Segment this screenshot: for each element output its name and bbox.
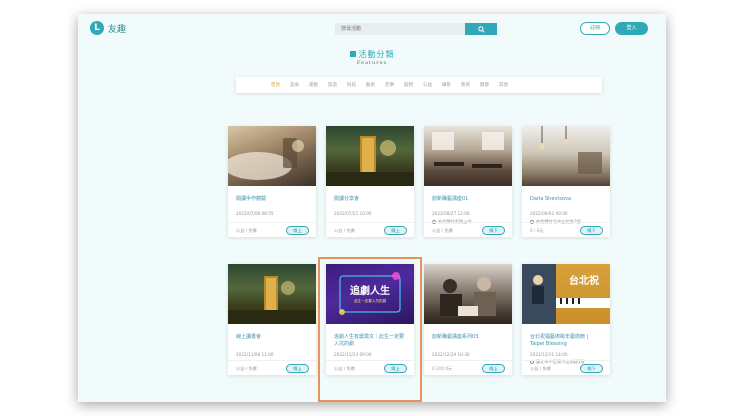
section-heading: 活動分類: [78, 49, 666, 60]
tab-tech[interactable]: 科技: [342, 82, 361, 88]
event-card[interactable]: 創新職藝講座01 2022/08/27 12:00 新竹縣竹東鎮上坪 公益 / …: [424, 126, 512, 237]
site-logo[interactable]: L 友趣: [90, 21, 126, 35]
highlight-frame: [318, 257, 422, 402]
event-price: 0 200 0元: [432, 366, 453, 371]
tab-education[interactable]: 教育: [456, 82, 475, 88]
card-footer: 公益 / 免費 線上: [228, 360, 316, 375]
event-date: 2022/11/08 11:00: [236, 352, 274, 357]
event-image: [326, 126, 414, 186]
category-tabs: 首頁 美食 運動 旅遊 科技 藝術 音樂 寵物 公益 攝影 教育 健康 其他: [236, 77, 602, 93]
tab-other[interactable]: 其他: [494, 82, 513, 88]
tab-pets[interactable]: 寵物: [399, 82, 418, 88]
event-image: [424, 126, 512, 186]
register-button[interactable]: 註冊: [580, 22, 610, 35]
logo-icon: L: [90, 21, 104, 35]
tab-food[interactable]: 美食: [285, 82, 304, 88]
event-date: 2022/12/31 14:00: [530, 352, 568, 357]
event-mode-button[interactable]: 線上: [286, 226, 309, 235]
event-mode-button[interactable]: 線上: [286, 364, 309, 373]
card-footer: 公益 / 免費 線上: [228, 222, 316, 237]
event-title[interactable]: Daria Shevtsova: [530, 196, 604, 203]
card-footer: 公益 / 免費 線下: [522, 360, 610, 375]
event-mode-button[interactable]: 線下: [580, 364, 603, 373]
tab-travel[interactable]: 旅遊: [323, 82, 342, 88]
taipei-poster-title: 台北祝: [569, 274, 599, 287]
event-title[interactable]: 台北祝福藝術跨年藝術節 | Taipei Blessing: [530, 334, 604, 348]
tab-art[interactable]: 藝術: [361, 82, 380, 88]
event-card[interactable]: 台北祝 台北祝福藝術跨年藝術節 | Taipei Blessing 2022/1…: [522, 264, 610, 375]
event-title[interactable]: 創新職藝講座系列03: [432, 334, 506, 341]
event-price: 公益 / 免費: [530, 366, 551, 371]
event-image: 台北祝: [522, 264, 610, 324]
card-footer: 公益 / 免費 線下: [424, 222, 512, 237]
event-date: 2022/07/22 10:00: [334, 211, 372, 216]
card-footer: 0 200 0元 線上: [424, 360, 512, 375]
event-title[interactable]: 閱讀手作體驗: [236, 196, 310, 203]
event-date: 2022/07/08 08:55: [236, 211, 274, 216]
event-price: 公益 / 免費: [236, 366, 257, 371]
event-mode-button[interactable]: 線上: [482, 364, 505, 373]
category-grid-icon: [349, 51, 356, 57]
event-mode-button[interactable]: 線下: [482, 226, 505, 235]
event-price: 公益 / 免費: [334, 228, 355, 233]
section-title-text: 活動分類: [358, 50, 395, 59]
event-date: 2022/09/02 09:00: [530, 211, 568, 216]
event-image: [228, 126, 316, 186]
event-title[interactable]: 線上讀書會: [236, 334, 310, 341]
tab-health[interactable]: 健康: [475, 82, 494, 88]
event-price: 0 / 0元: [530, 228, 544, 233]
event-card[interactable]: 閱讀手作體驗 2022/07/08 08:55 公益 / 免費 線上: [228, 126, 316, 237]
login-button[interactable]: 登入: [615, 22, 648, 35]
search-button[interactable]: [465, 23, 497, 35]
event-mode-button[interactable]: 線上: [384, 226, 407, 235]
event-image: [424, 264, 512, 324]
tab-photography[interactable]: 攝影: [437, 82, 456, 88]
top-navbar: L 友趣 註冊 登入: [78, 14, 666, 44]
event-image: [228, 264, 316, 324]
search-input[interactable]: [335, 23, 465, 35]
browser-page: L 友趣 註冊 登入 活動分類 Features 首頁 美食 運動 旅遊 科技 …: [78, 14, 666, 402]
logo-text: 友趣: [108, 24, 127, 35]
event-date: 2022/12/29 10:30: [432, 352, 470, 357]
event-price: 公益 / 免費: [432, 228, 453, 233]
tab-charity[interactable]: 公益: [418, 82, 437, 88]
card-footer: 公益 / 免費 線上: [326, 222, 414, 237]
search-bar: [335, 23, 497, 35]
event-title[interactable]: 創新職藝講座01: [432, 196, 506, 203]
event-card[interactable]: 線上讀書會 2022/11/08 11:00 公益 / 免費 線上: [228, 264, 316, 375]
event-image: [522, 126, 610, 186]
event-card[interactable]: 創新職藝講座系列03 2022/12/29 10:30 0 200 0元 線上: [424, 264, 512, 375]
event-card[interactable]: Daria Shevtsova 2022/09/02 09:00 新竹縣竹北市三…: [522, 126, 610, 237]
search-icon: [477, 25, 485, 33]
tab-sports[interactable]: 運動: [304, 82, 323, 88]
event-mode-button[interactable]: 線下: [580, 226, 603, 235]
event-date: 2022/08/27 12:00: [432, 211, 470, 216]
event-card[interactable]: 閱讀分享會 2022/07/22 10:00 公益 / 免費 線上: [326, 126, 414, 237]
event-price: 公益 / 免費: [236, 228, 257, 233]
event-title[interactable]: 閱讀分享會: [334, 196, 408, 203]
tab-music[interactable]: 音樂: [380, 82, 399, 88]
section-subtitle: Features: [356, 60, 388, 66]
card-footer: 0 / 0元 線下: [522, 222, 610, 237]
tab-home[interactable]: 首頁: [266, 82, 285, 88]
